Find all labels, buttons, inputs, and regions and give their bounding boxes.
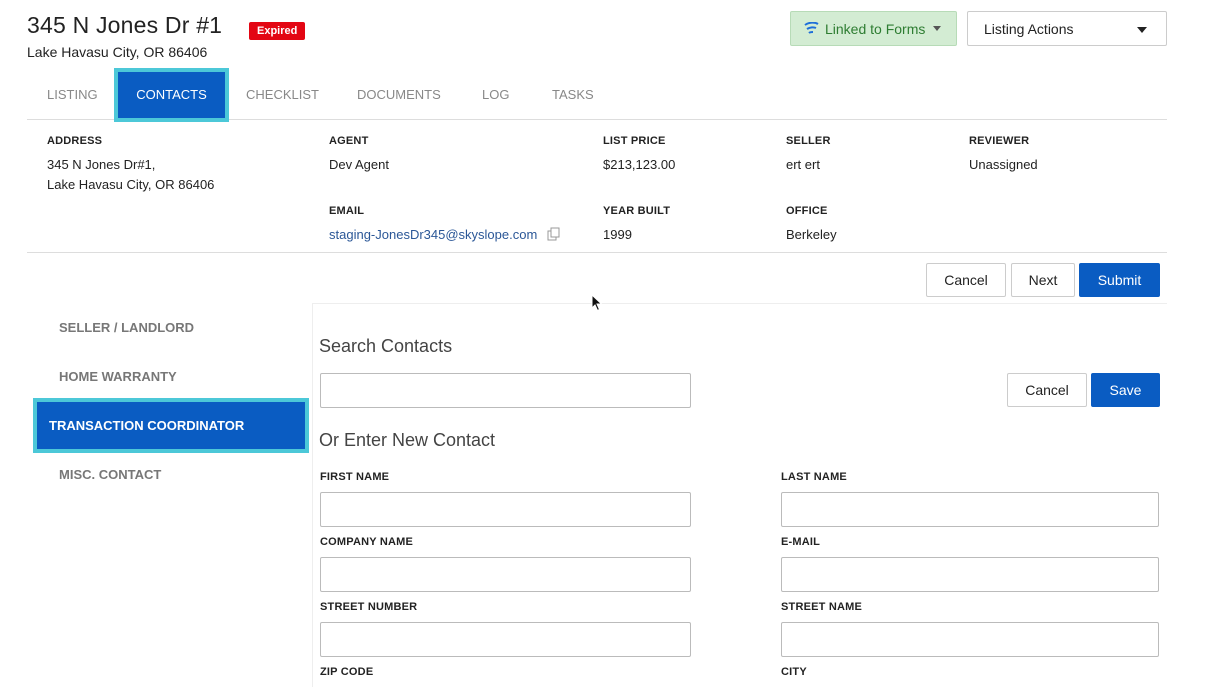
tab-contacts[interactable]: CONTACTS xyxy=(114,68,229,122)
tab-documents[interactable]: DOCUMENTS xyxy=(357,68,441,122)
email-field[interactable] xyxy=(781,557,1159,592)
status-badge: Expired xyxy=(249,22,306,40)
copy-icon[interactable] xyxy=(547,227,561,241)
listing-actions-dropdown[interactable]: Listing Actions xyxy=(967,11,1167,46)
chevron-down-icon xyxy=(1137,27,1147,33)
reviewer-label: REVIEWER xyxy=(969,135,1030,147)
forms-logo-icon xyxy=(804,21,819,34)
agent-value: Dev Agent xyxy=(329,157,389,172)
city-label: CITY xyxy=(781,666,807,678)
cancel-button[interactable]: Cancel xyxy=(926,263,1006,297)
address-label: ADDRESS xyxy=(47,135,103,147)
new-contact-heading: Or Enter New Contact xyxy=(319,430,496,450)
tab-checklist[interactable]: CHECKLIST xyxy=(246,68,319,122)
first-name-field[interactable] xyxy=(320,492,691,527)
sidebar-item-misc-contact[interactable]: MISC. CONTACT xyxy=(59,467,161,482)
tab-listing[interactable]: LISTING xyxy=(47,68,98,122)
year-built-value: 1999 xyxy=(603,227,632,242)
mouse-cursor-icon xyxy=(591,294,603,312)
last-name-label: LAST NAME xyxy=(781,471,847,483)
chevron-down-icon xyxy=(933,26,942,31)
tab-log[interactable]: LOG xyxy=(482,68,509,122)
first-name-label: FIRST NAME xyxy=(320,471,390,483)
seller-value: ert ert xyxy=(786,157,820,172)
address-line1: 345 N Jones Dr#1, xyxy=(47,157,156,172)
form-cancel-button[interactable]: Cancel xyxy=(1007,373,1087,407)
email-field-label: E-MAIL xyxy=(781,536,821,548)
seller-label: SELLER xyxy=(786,135,831,147)
list-price-value: $213,123.00 xyxy=(603,157,676,172)
list-price-label: LIST PRICE xyxy=(603,135,666,147)
street-number-field[interactable] xyxy=(320,622,691,657)
street-name-label: STREET NAME xyxy=(781,601,863,613)
save-button[interactable]: Save xyxy=(1091,373,1160,407)
listing-actions-label: Listing Actions xyxy=(984,20,1074,37)
next-button[interactable]: Next xyxy=(1011,263,1075,297)
company-name-field[interactable] xyxy=(320,557,691,592)
page-subtitle: Lake Havasu City, OR 86406 xyxy=(27,44,208,60)
linked-to-forms-label: Linked to Forms xyxy=(825,20,926,37)
linked-to-forms-button[interactable]: Linked to Forms xyxy=(790,11,957,46)
search-contacts-input[interactable] xyxy=(320,373,691,408)
year-built-label: YEAR BUILT xyxy=(603,205,671,217)
address-line2: Lake Havasu City, OR 86406 xyxy=(47,177,215,192)
listing-summary: ADDRESS 345 N Jones Dr#1, Lake Havasu Ci… xyxy=(27,121,1167,253)
company-name-label: COMPANY NAME xyxy=(320,536,414,548)
email-row: staging-JonesDr345@skyslope.com xyxy=(329,225,561,245)
sidebar-item-transaction-coordinator[interactable]: TRANSACTION COORDINATOR xyxy=(33,398,309,453)
tab-tasks[interactable]: TASKS xyxy=(552,68,594,122)
agent-label: AGENT xyxy=(329,135,369,147)
reviewer-value: Unassigned xyxy=(969,157,1038,172)
street-number-label: STREET NUMBER xyxy=(320,601,418,613)
search-contacts-heading: Search Contacts xyxy=(319,336,453,356)
last-name-field[interactable] xyxy=(781,492,1159,527)
zip-code-label: ZIP CODE xyxy=(320,666,374,678)
office-label: OFFICE xyxy=(786,205,828,217)
submit-button[interactable]: Submit xyxy=(1079,263,1160,297)
sidebar-item-seller-landlord[interactable]: SELLER / LANDLORD xyxy=(59,320,194,335)
office-value: Berkeley xyxy=(786,227,837,242)
tab-bar: LISTING CONTACTS CHECKLIST DOCUMENTS LOG… xyxy=(27,68,1167,122)
email-label: EMAIL xyxy=(329,205,365,217)
page-title: 345 N Jones Dr #1 xyxy=(27,12,223,38)
street-name-field[interactable] xyxy=(781,622,1159,657)
email-link[interactable]: staging-JonesDr345@skyslope.com xyxy=(329,227,537,242)
sidebar-item-home-warranty[interactable]: HOME WARRANTY xyxy=(59,369,177,384)
